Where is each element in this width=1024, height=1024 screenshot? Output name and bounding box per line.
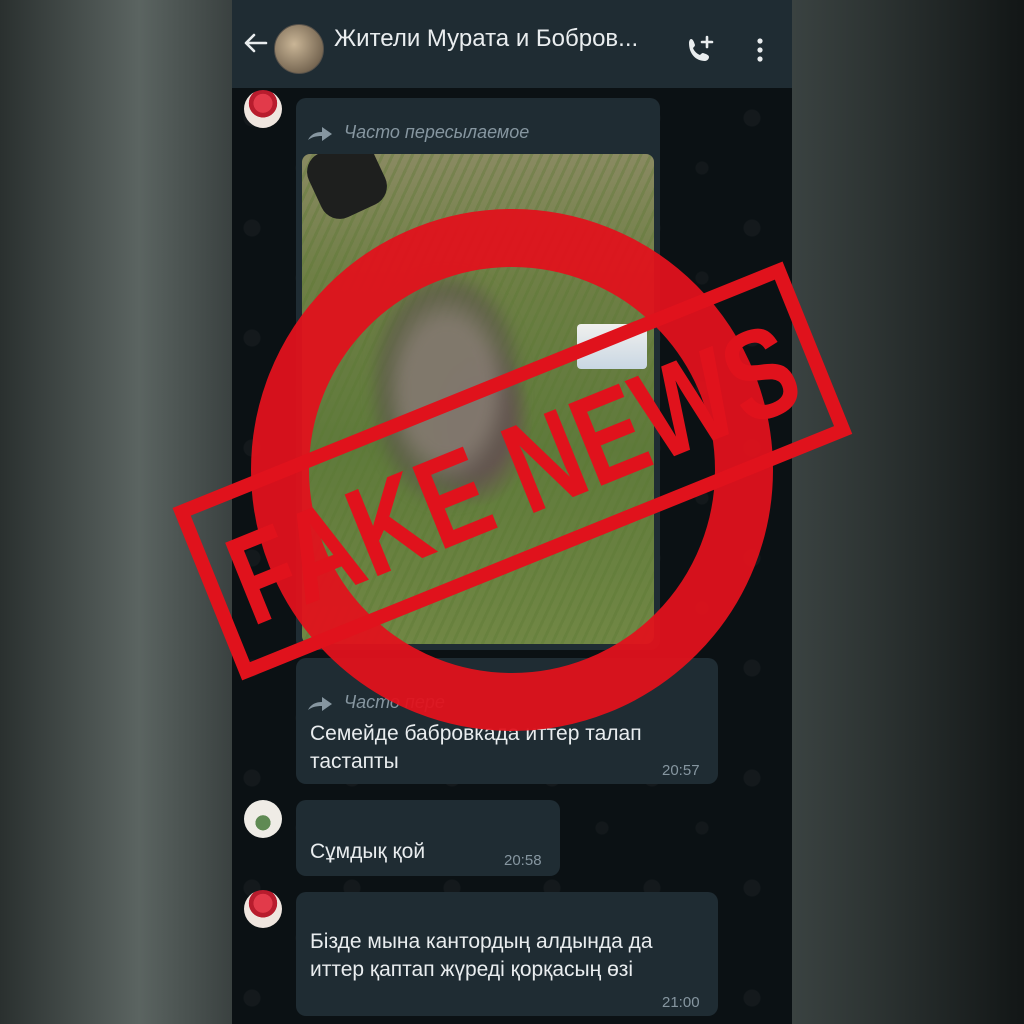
message-time: 20:57: [662, 762, 700, 779]
forwarded-indicator: Часто пересылаемое: [306, 122, 529, 143]
text-message-bubble[interactable]: Часто пере Семейде бабровкада иттер тала…: [296, 658, 718, 784]
forwarded-photo[interactable]: [302, 154, 654, 644]
message-text-line: Семейде бабровкада иттер талап: [310, 722, 642, 745]
forwarded-label: Часто пересылаемое: [344, 122, 530, 142]
chat-header: Жители Мурата и Бобров...: [232, 0, 792, 88]
arrow-left-icon[interactable]: [242, 30, 268, 56]
message-text-line: тастапты: [310, 750, 399, 773]
message-text-line: Бізде мына кантордың алдында да: [310, 930, 653, 953]
text-message-bubble[interactable]: Бізде мына кантордың алдында да иттер қа…: [296, 892, 718, 1016]
text-message-bubble[interactable]: Сұмдық қой 20:58: [296, 800, 560, 876]
sender-avatar[interactable]: [244, 90, 282, 128]
message-text: Сұмдық қой: [310, 840, 426, 863]
blurred-area: [372, 274, 522, 504]
background-right: [792, 0, 1024, 1024]
forwarded-indicator: Часто пере: [306, 692, 445, 713]
group-avatar[interactable]: [274, 24, 324, 74]
photo-detail: [577, 324, 647, 369]
group-title[interactable]: Жители Мурата и Бобров...: [334, 25, 666, 55]
message-time: 20:58: [504, 852, 542, 869]
forward-arrow-icon: [308, 126, 332, 141]
forwarded-label: Часто пере: [344, 692, 445, 712]
chat-screen: Жители Мурата и Бобров... Часто пересыла…: [232, 0, 792, 1024]
sender-avatar[interactable]: [244, 800, 282, 838]
photo-detail: [302, 154, 394, 226]
message-time: 21:00: [662, 994, 700, 1011]
add-call-icon[interactable]: [684, 34, 716, 66]
sender-avatar[interactable]: [244, 890, 282, 928]
background-left: [0, 0, 232, 1024]
forward-arrow-icon: [308, 696, 332, 711]
more-vertical-icon[interactable]: [752, 36, 768, 64]
message-text-line: иттер қаптап жүреді қорқасың өзі: [310, 958, 634, 981]
